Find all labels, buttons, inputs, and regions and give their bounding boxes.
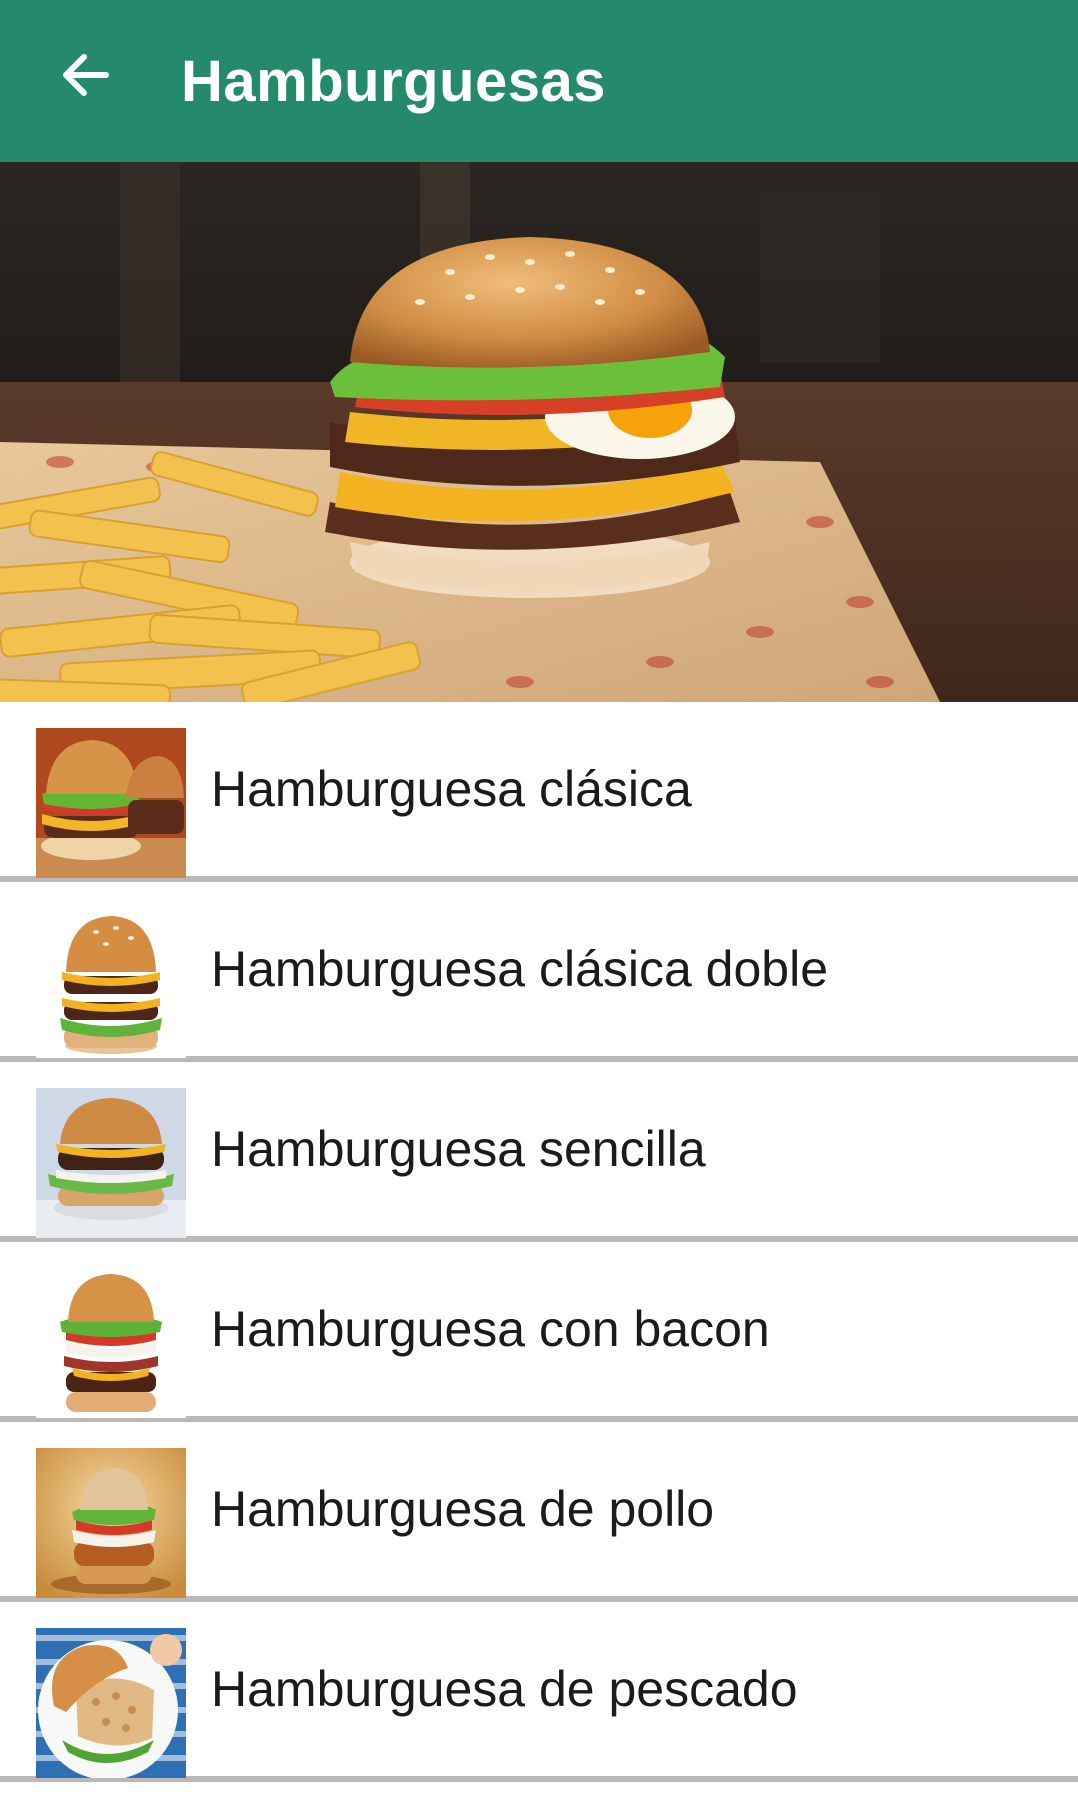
hero-image: [0, 162, 1078, 702]
list-item-label: Hamburguesa clásica: [211, 761, 692, 817]
arrow-left-icon: [58, 47, 114, 108]
list-item-label: Hamburguesa con bacon: [211, 1301, 770, 1357]
app-bar: Hamburguesas: [0, 0, 1078, 162]
list-item-label: Hamburguesa de pescado: [211, 1661, 798, 1717]
list-item[interactable]: Hamburguesa clásica: [0, 702, 1078, 882]
back-button[interactable]: [44, 35, 128, 119]
burger-simple-thumbnail: [36, 1088, 186, 1238]
list-item-label: Hamburguesa sencilla: [211, 1121, 706, 1177]
list-item[interactable]: Hamburguesa de pescado: [0, 1602, 1078, 1782]
page-title: Hamburguesas: [181, 48, 607, 114]
list-item[interactable]: Hamburguesa con bacon: [0, 1242, 1078, 1422]
burger-fish-thumbnail: [36, 1628, 186, 1778]
list-item[interactable]: Hamburguesa sencilla: [0, 1062, 1078, 1242]
burger-double-thumbnail: [36, 908, 186, 1058]
burger-classic-thumbnail: [36, 728, 186, 878]
burger-bacon-thumbnail: [36, 1268, 186, 1418]
list-item[interactable]: Hamburguesa clásica doble: [0, 882, 1078, 1062]
list-item-label: Hamburguesa clásica doble: [211, 941, 829, 997]
burger-chicken-thumbnail: [36, 1448, 186, 1598]
list-item[interactable]: Hamburguesa de pollo: [0, 1422, 1078, 1602]
burger-list: Hamburguesa clásica Hamburguesa clásica …: [0, 702, 1078, 1782]
list-item-label: Hamburguesa de pollo: [211, 1481, 715, 1537]
